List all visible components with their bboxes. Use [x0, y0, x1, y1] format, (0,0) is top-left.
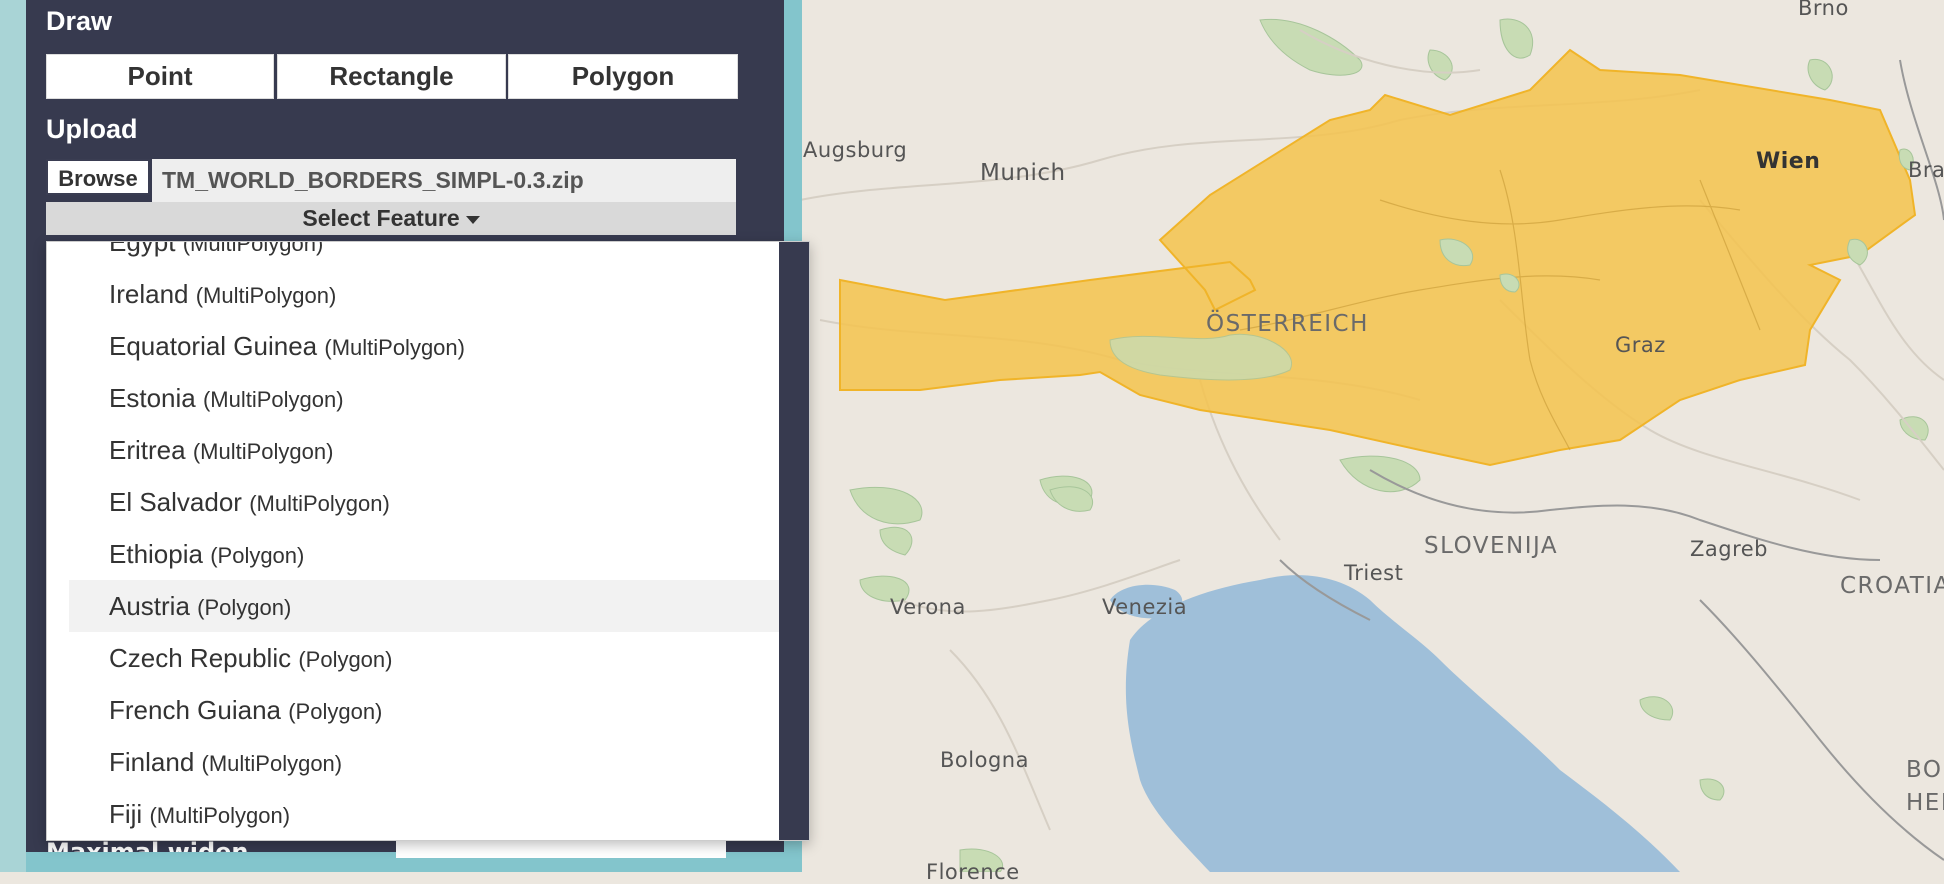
dropdown-item-el-salvador[interactable]: El Salvador (MultiPolygon) — [69, 476, 789, 528]
browse-button[interactable]: Browse — [46, 159, 150, 195]
select-feature-label: Select Feature — [302, 205, 460, 231]
dropdown-item-equatorial-guinea[interactable]: Equatorial Guinea (MultiPolygon) — [69, 320, 789, 372]
dropdown-item-kind: (MultiPolygon) — [324, 335, 465, 360]
dropdown-item-name: El Salvador — [109, 487, 242, 517]
dropdown-item-estonia[interactable]: Estonia (MultiPolygon) — [69, 372, 789, 424]
upload-section-title: Upload — [46, 114, 138, 144]
dropdown-item-name: Ethiopia — [109, 539, 203, 569]
map-label-brat: Brat — [1908, 158, 1944, 182]
dropdown-item-kind: (MultiPolygon) — [201, 751, 343, 776]
dropdown-item-name: Equatorial Guinea — [109, 331, 318, 361]
dropdown-item-fiji[interactable]: Fiji (MultiPolygon) — [69, 788, 789, 840]
map-label-croatia: CROATIA — [1840, 573, 1944, 599]
map-label-wien: Wien — [1756, 149, 1821, 174]
dropdown-item-kind: (Polygon) — [197, 595, 292, 620]
dropdown-item-name: Egypt — [109, 241, 176, 257]
map-label-venezia: Venezia — [1102, 595, 1188, 619]
dropdown-item-finland[interactable]: Finland (MultiPolygon) — [69, 736, 789, 788]
dropdown-item-kind: (MultiPolygon) — [192, 439, 334, 464]
dropdown-item-kind: (Polygon) — [210, 543, 305, 568]
dropdown-item-ireland[interactable]: Ireland (MultiPolygon) — [69, 268, 789, 320]
dropdown-item-french-guiana[interactable]: French Guiana (Polygon) — [69, 684, 789, 736]
map-label-verona: Verona — [890, 595, 966, 619]
caret-down-icon — [465, 215, 480, 224]
map-label-graz: Graz — [1615, 333, 1666, 357]
dropdown-item-kind: (MultiPolygon) — [249, 491, 390, 516]
dropdown-item-name: Ireland — [109, 279, 189, 309]
dropdown-item-kind: (MultiPolygon) — [149, 803, 291, 828]
dropdown-item-ethiopia[interactable]: Ethiopia (Polygon) — [69, 528, 789, 580]
draw-section-title: Draw — [46, 6, 113, 36]
map-label-munich: Munich — [980, 160, 1066, 186]
map-label-triest: Triest — [1344, 561, 1404, 585]
dropdown-item-name: Estonia — [109, 383, 196, 413]
dropdown-scrollbar[interactable] — [779, 242, 809, 840]
draw-rectangle-button[interactable]: Rectangle — [277, 54, 506, 99]
panel-bottom-input[interactable] — [396, 838, 726, 858]
dropdown-item-kind: (Polygon) — [298, 647, 393, 672]
map-label-osterreich: ÖSTERREICH — [1206, 311, 1369, 337]
dropdown-item-kind: (MultiPolygon) — [182, 241, 324, 256]
map-label-augsburg: Augsburg — [803, 138, 908, 162]
dropdown-item-name: Austria — [109, 591, 190, 621]
map-label-bo: BO — [1906, 757, 1943, 783]
dropdown-item-kind: (Polygon) — [288, 699, 383, 724]
file-name-field[interactable]: TM_WORLD_BORDERS_SIMPL-0.3.zip — [152, 159, 736, 202]
map-label-bologna: Bologna — [940, 748, 1029, 772]
dropdown-item-name: Czech Republic — [109, 643, 292, 673]
select-feature-dropdown-toggle[interactable]: Select Feature — [46, 202, 736, 235]
map-label-her: HER — [1906, 790, 1944, 816]
dropdown-item-name: Fiji — [109, 799, 143, 829]
map-label-florence: Florence — [926, 860, 1020, 884]
dropdown-item-austria[interactable]: Austria (Polygon) — [69, 580, 789, 632]
dropdown-item-eritrea[interactable]: Eritrea (MultiPolygon) — [69, 424, 789, 476]
dropdown-item-name: Eritrea — [109, 435, 186, 465]
map-label-zagreb: Zagreb — [1690, 537, 1769, 561]
sidebar-edge — [0, 0, 26, 872]
feature-dropdown-menu[interactable]: Egypt (MultiPolygon) Ireland (MultiPolyg… — [46, 241, 810, 841]
draw-polygon-button[interactable]: Polygon — [508, 54, 738, 99]
dropdown-item-name: Finland — [109, 747, 195, 777]
map-label-brno: Brno — [1798, 0, 1849, 20]
map-label-slovenija: SLOVENIJA — [1424, 533, 1559, 559]
dropdown-item-czech-republic[interactable]: Czech Republic (Polygon) — [69, 632, 789, 684]
draw-point-button[interactable]: Point — [46, 54, 274, 99]
dropdown-item-egypt[interactable]: Egypt (MultiPolygon) — [69, 241, 789, 268]
dropdown-item-name: French Guiana — [109, 695, 281, 725]
dropdown-item-kind: (MultiPolygon) — [202, 387, 344, 412]
dropdown-item-kind: (MultiPolygon) — [195, 283, 337, 308]
